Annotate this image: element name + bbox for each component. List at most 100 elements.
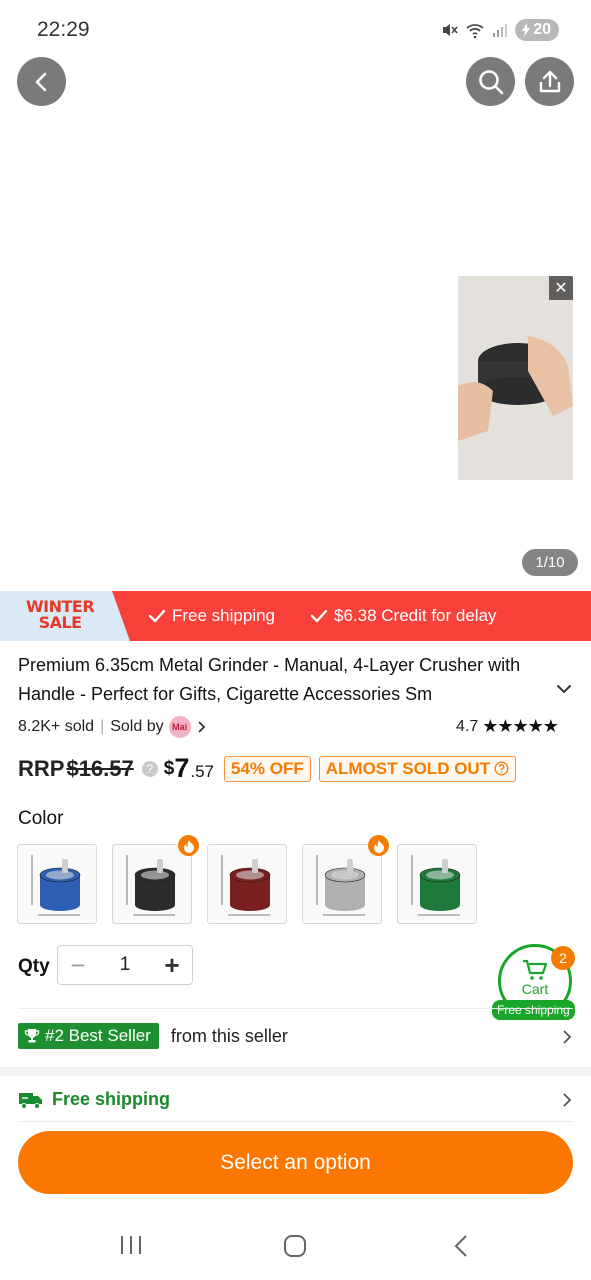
signal-icon [492, 22, 508, 38]
swatch-image [221, 855, 271, 916]
star-rating-icon: ★★★★★ [482, 716, 559, 736]
chevron-right-icon[interactable] [561, 1028, 573, 1051]
seller-avatar: Mai [168, 716, 191, 738]
price-currency: $ [163, 757, 175, 779]
recent-apps-icon [121, 1236, 141, 1254]
product-title: Premium 6.35cm Metal Grinder - Manual, 4… [18, 655, 521, 704]
chevron-right-icon[interactable] [561, 1091, 573, 1114]
select-option-button[interactable]: Select an option [18, 1131, 573, 1194]
recent-apps-button[interactable] [119, 1234, 143, 1261]
rrp-label: RRP [18, 755, 65, 781]
cart-label: Cart [521, 981, 549, 997]
color-swatch[interactable] [207, 844, 287, 924]
check-icon [310, 609, 328, 623]
wifi-icon [465, 21, 485, 39]
free-shipping-label: Free shipping [52, 1089, 171, 1109]
swatch-image [31, 855, 81, 916]
price-decimal: .57 [190, 761, 214, 781]
back-icon [454, 1235, 467, 1257]
home-icon [284, 1235, 306, 1257]
sold-count: 8.2K+ sold [18, 718, 95, 735]
chevron-right-icon [197, 721, 205, 733]
color-swatch[interactable] [397, 844, 477, 924]
video-preview[interactable]: ✕ [458, 276, 573, 480]
sold-by-label: Sold by [110, 718, 164, 735]
search-button[interactable] [466, 57, 515, 106]
promo-banner[interactable]: WINTER SALE Free shipping $6.38 Credit f… [0, 591, 591, 641]
hot-item-fire-icon [368, 835, 389, 856]
system-back-button[interactable] [452, 1234, 470, 1263]
share-icon [539, 70, 560, 92]
almost-sold-out-badge[interactable]: ALMOST SOLD OUT [318, 755, 517, 782]
status-bar: 22:29 20 [0, 0, 591, 60]
color-swatch[interactable] [17, 844, 97, 924]
winter-sale-line2: SALE [38, 613, 83, 632]
separator: | [100, 718, 105, 735]
chevron-left-icon [35, 72, 46, 91]
color-swatch[interactable] [302, 835, 389, 924]
divider [18, 1008, 573, 1009]
sold-info: 8.2K+ sold | Sold by Mai [18, 716, 206, 738]
dimension-height-label: 7.70cm/3.03inch [82, 156, 107, 318]
qty-increment-button[interactable]: + [152, 946, 192, 984]
discount-badge: 54% OFF [224, 755, 311, 782]
battery-charging-icon: 20 [515, 19, 559, 41]
best-seller-row[interactable]: #2 Best Seller from this seller [18, 1023, 288, 1049]
qty-decrement-button[interactable]: − [58, 946, 98, 984]
close-video-button[interactable]: ✕ [549, 276, 573, 300]
promo-credit-delay-label: $6.38 Credit for delay [334, 606, 497, 625]
dimension-depth-label: 4.90 [502, 233, 527, 276]
close-icon: ✕ [554, 280, 568, 297]
discount-label: 54% OFF [231, 758, 304, 778]
cart-icon [523, 959, 548, 980]
price-row: RRP $16.57 ? $ 7 .57 54% OFF ALMOST SOLD… [18, 753, 517, 784]
expand-title-button[interactable] [555, 682, 573, 701]
chevron-down-icon [557, 685, 571, 694]
best-seller-label: #2 Best Seller [45, 1026, 151, 1045]
divider [18, 1121, 573, 1122]
sold-by-link[interactable]: Sold by Mai [110, 716, 205, 738]
color-label: Color [18, 808, 64, 829]
section-separator [0, 1067, 591, 1076]
winter-sale-badge: WINTER SALE [0, 591, 130, 641]
check-icon [148, 609, 166, 623]
dimension-width-label: 6.00cm/2.36inch [210, 533, 357, 555]
rating[interactable]: 4.7 ★★★★★ [456, 716, 559, 737]
qty-value[interactable]: 1 [98, 954, 152, 976]
status-time: 22:29 [37, 18, 90, 41]
best-seller-badge: #2 Best Seller [18, 1023, 159, 1049]
almost-sold-out-label: ALMOST SOLD OUT [325, 758, 491, 778]
truck-icon [19, 1092, 42, 1109]
best-seller-text: from this seller [170, 1025, 288, 1046]
status-icons: 20 [440, 19, 559, 41]
home-button[interactable] [283, 1234, 307, 1263]
back-button[interactable] [17, 57, 66, 106]
trophy-icon [24, 1029, 40, 1043]
promo-free-shipping-label: Free shipping [172, 606, 276, 625]
swatch-image [411, 855, 461, 916]
share-button[interactable] [525, 57, 574, 106]
info-icon[interactable]: ? [141, 760, 158, 777]
swatch-image [126, 855, 176, 916]
color-swatch[interactable] [112, 835, 199, 924]
promo-credit-delay: $6.38 Credit for delay [310, 606, 497, 626]
cart-count-badge: 2 [551, 946, 575, 970]
hot-item-fire-icon [178, 835, 199, 856]
mute-icon [440, 21, 458, 39]
promo-free-shipping: Free shipping [148, 606, 275, 626]
cart-free-shipping-tag: Free shipping [492, 1000, 575, 1020]
video-frame [458, 276, 573, 480]
battery-level: 20 [533, 21, 551, 38]
color-swatches [17, 835, 477, 924]
swatch-image [316, 855, 366, 916]
qty-label: Qty [18, 956, 50, 977]
rrp-value: $16.57 [66, 755, 134, 781]
free-shipping-row[interactable]: Free shipping [18, 1089, 170, 1110]
price-integer: 7 [174, 753, 190, 783]
quantity-stepper: − 1 + [57, 945, 193, 985]
help-icon [494, 761, 509, 776]
system-nav-bar [0, 1214, 591, 1280]
search-icon [478, 69, 503, 94]
rating-value: 4.7 [456, 717, 479, 735]
image-counter: 1/10 [522, 549, 578, 576]
